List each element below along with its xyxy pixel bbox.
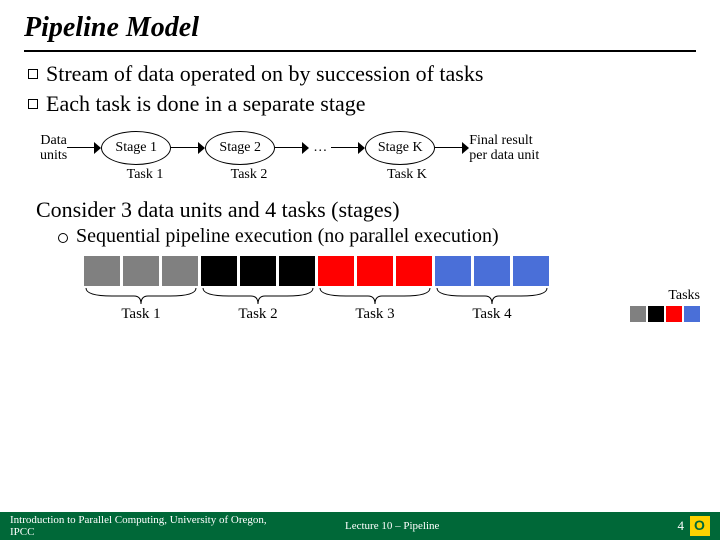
- arrow-icon: [331, 141, 365, 155]
- diagram-output-label: Final result per data unit: [469, 133, 539, 164]
- bullet-3: Consider 3 data units and 4 tasks (stage…: [28, 197, 696, 223]
- bullet-2: Each task is done in a separate stage: [28, 90, 696, 118]
- brace-icon: [201, 286, 315, 306]
- slide-title: Pipeline Model: [24, 12, 696, 52]
- task-k-label: Task K: [372, 167, 442, 183]
- legend-box-task1: [630, 306, 646, 322]
- bullet-circle-icon: [58, 233, 68, 243]
- uo-logo-icon: [690, 516, 710, 536]
- timeline-slot: [318, 256, 354, 286]
- timeline-slot: [435, 256, 471, 286]
- timeline-slot: [513, 256, 549, 286]
- timeline-slot: [240, 256, 276, 286]
- footer-center: Lecture 10 – Pipeline: [285, 520, 620, 532]
- timeline-slot: [396, 256, 432, 286]
- ellipsis: …: [309, 140, 331, 156]
- legend-box-task3: [666, 306, 682, 322]
- brace-row: [84, 286, 696, 306]
- legend-box-task4: [684, 306, 700, 322]
- timeline-slot: [84, 256, 120, 286]
- arrow-icon: [67, 141, 101, 155]
- timeline-task-2: Task 2: [201, 306, 315, 323]
- timeline-slot: [279, 256, 315, 286]
- brace-icon: [435, 286, 549, 306]
- timeline-slot: [162, 256, 198, 286]
- timeline-slot: [357, 256, 393, 286]
- timeline-task-labels: Task 1 Task 2 Task 3 Task 4: [84, 306, 696, 323]
- timeline-slot: [123, 256, 159, 286]
- stage-2-node: Stage 2: [205, 131, 275, 165]
- brace-icon: [318, 286, 432, 306]
- bullet-3a: Sequential pipeline execution (no parall…: [58, 225, 696, 248]
- diagram-input-label: Data units: [40, 133, 67, 164]
- pipeline-diagram: Data units Stage 1 Stage 2 … Stage K Fin…: [40, 131, 696, 165]
- arrow-icon: [275, 141, 309, 155]
- slide: Pipeline Model Stream of data operated o…: [0, 0, 720, 500]
- stage-1-node: Stage 1: [101, 131, 171, 165]
- bullet-square-icon: [28, 69, 38, 79]
- bullet-list: Stream of data operated on by succession…: [28, 60, 696, 117]
- task-1-label: Task 1: [110, 167, 180, 183]
- brace-icon: [84, 286, 198, 306]
- task-2-label: Task 2: [214, 167, 284, 183]
- bullet-square-icon: [28, 99, 38, 109]
- sequential-timeline: [84, 256, 696, 286]
- legend-title: Tasks: [630, 288, 700, 304]
- footer-left: Introduction to Parallel Computing, Univ…: [10, 514, 285, 538]
- timeline-slot: [474, 256, 510, 286]
- pipeline-task-labels: Task 1 Task 2 Task K: [40, 167, 696, 183]
- bullet-1-text: Stream of data operated on by succession…: [46, 60, 483, 88]
- slide-footer: Introduction to Parallel Computing, Univ…: [0, 512, 720, 540]
- timeline-slot: [201, 256, 237, 286]
- bullet-1: Stream of data operated on by succession…: [28, 60, 696, 88]
- stage-k-node: Stage K: [365, 131, 435, 165]
- timeline-task-4: Task 4: [435, 306, 549, 323]
- bullet-2-text: Each task is done in a separate stage: [46, 90, 365, 118]
- arrow-icon: [435, 141, 469, 155]
- legend-box-task2: [648, 306, 664, 322]
- page-number: 4: [678, 518, 685, 534]
- timeline-task-1: Task 1: [84, 306, 198, 323]
- bullet-3-text: Consider 3 data units and 4 tasks (stage…: [36, 197, 400, 223]
- timeline-task-3: Task 3: [318, 306, 432, 323]
- bullet-3a-text: Sequential pipeline execution (no parall…: [76, 225, 499, 248]
- footer-right: 4: [620, 516, 710, 536]
- arrow-icon: [171, 141, 205, 155]
- tasks-legend: Tasks: [630, 288, 700, 322]
